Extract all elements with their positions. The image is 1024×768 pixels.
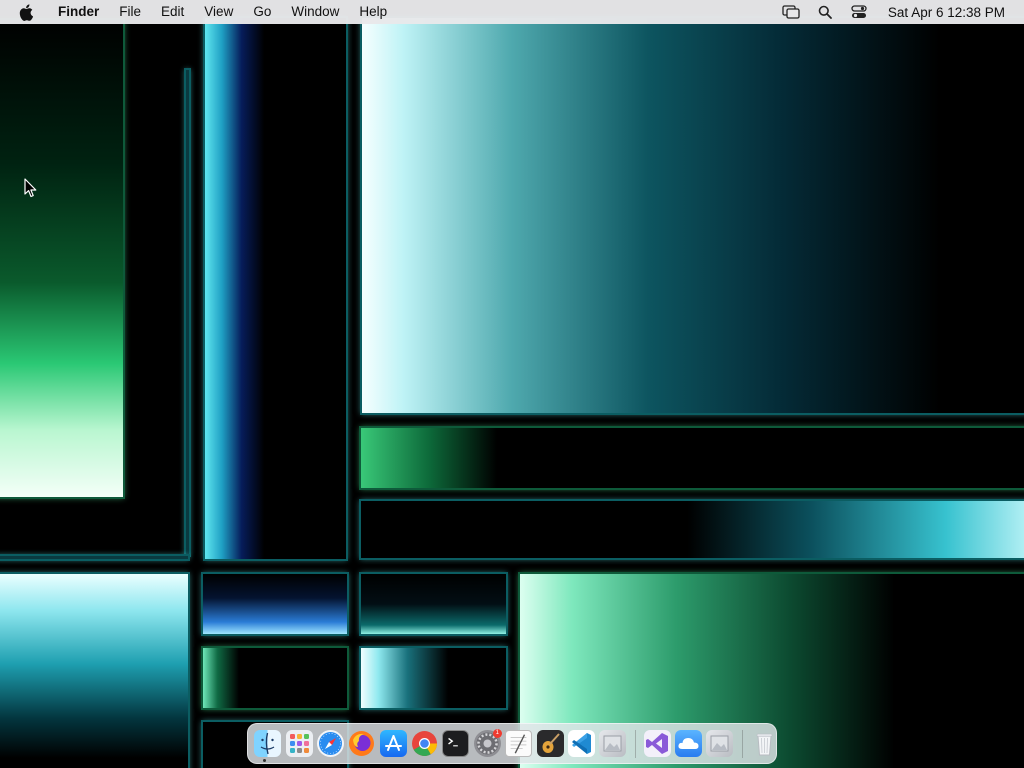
wallpaper-panel (205, 18, 346, 559)
menu-file[interactable]: File (109, 0, 151, 24)
menu-view[interactable]: View (194, 0, 243, 24)
wallpaper-panel (0, 556, 188, 559)
search-icon[interactable] (814, 0, 836, 24)
settings-gear-icon[interactable]: 1 (473, 729, 502, 757)
vscode-icon[interactable] (567, 730, 595, 757)
dock: 1 (247, 723, 777, 764)
preview-icon[interactable] (706, 730, 734, 757)
wallpaper-panel (203, 574, 347, 634)
wallpaper-panel (361, 428, 1024, 488)
mouse-pointer-icon (24, 178, 38, 198)
firefox-icon[interactable] (348, 730, 375, 757)
preview-icon[interactable] (599, 730, 627, 757)
apple-logo-icon[interactable] (16, 2, 36, 22)
menu-window[interactable]: Window (281, 0, 349, 24)
wallpaper-panel (361, 648, 506, 708)
running-indicator (263, 759, 266, 762)
visual-studio-icon[interactable] (643, 730, 671, 757)
wallpaper-panel (0, 574, 188, 768)
menu-bar-status-area: Sat Apr 6 12:38 PM (774, 0, 1024, 24)
menu-app-name[interactable]: Finder (48, 0, 109, 24)
cloud-icon[interactable] (675, 730, 703, 757)
wallpaper-panel (203, 648, 347, 708)
terminal-icon[interactable] (442, 730, 470, 757)
trash-icon[interactable] (751, 730, 778, 757)
wallpaper-panel (186, 70, 189, 555)
notification-badge: 1 (492, 729, 502, 738)
menu-bar-clock[interactable]: Sat Apr 6 12:38 PM (888, 5, 1005, 20)
desktop-wallpaper (0, 0, 1024, 768)
screen-mirroring-icon[interactable] (780, 0, 802, 24)
control-center-icon[interactable] (848, 0, 870, 24)
menu-bar: Finder File Edit View Go Window Help Sat… (0, 0, 1024, 24)
guitar-icon[interactable] (536, 730, 564, 757)
launchpad-icon[interactable] (285, 730, 313, 757)
menu-help[interactable]: Help (349, 0, 397, 24)
menu-edit[interactable]: Edit (151, 0, 194, 24)
chrome-icon[interactable] (411, 730, 438, 757)
finder-icon[interactable] (254, 730, 282, 757)
wallpaper-panel (362, 18, 1024, 413)
dock-separator (634, 729, 636, 758)
app-store-icon[interactable] (379, 730, 407, 757)
menu-go[interactable]: Go (243, 0, 281, 24)
safari-icon[interactable] (316, 730, 344, 757)
textedit-icon[interactable] (505, 730, 533, 757)
dock-separator (741, 729, 743, 758)
wallpaper-panel (361, 501, 1024, 558)
wallpaper-panel (361, 574, 506, 634)
wallpaper-panel (0, 20, 123, 497)
